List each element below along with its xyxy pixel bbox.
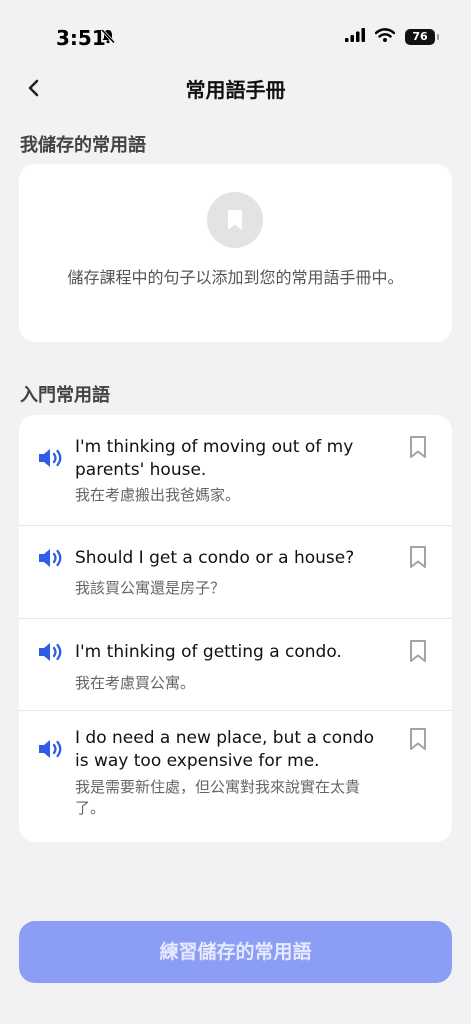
speaker-icon[interactable] (37, 640, 67, 664)
signal-icon (345, 27, 365, 46)
phrase-chinese: 我在考慮買公寓。 (75, 674, 196, 692)
nav-bar: 常用語手冊 (0, 68, 471, 108)
phrase-row: I do need a new place, but a condo is wa… (19, 710, 452, 842)
empty-state-text: 儲存課程中的句子以添加到您的常用語手冊中。 (67, 268, 404, 287)
bookmark-icon[interactable] (408, 727, 430, 753)
phrase-row: I'm thinking of getting a condo. 我在考慮買公寓… (19, 618, 452, 711)
saved-section-label: 我儲存的常用語 (20, 135, 146, 156)
bookmark-circle-icon (207, 192, 263, 248)
phrase-chinese: 我是需要新住處，但公寓對我來說實在太貴了。 (75, 778, 361, 817)
phrase-list-card: I'm thinking of moving out of my parents… (19, 415, 452, 842)
bell-off-icon (100, 28, 116, 48)
bookmark-icon[interactable] (408, 545, 430, 571)
wifi-icon (374, 27, 396, 46)
page-title: 常用語手冊 (185, 78, 286, 102)
bookmark-icon[interactable] (408, 435, 430, 461)
speaker-icon[interactable] (37, 546, 67, 570)
phrase-row: I'm thinking of moving out of my parents… (19, 415, 452, 526)
battery-icon: 76 (405, 28, 439, 45)
phrase-english: Should I get a condo or a house? (75, 548, 355, 568)
saved-empty-card: 儲存課程中的句子以添加到您的常用語手冊中。 (19, 164, 452, 342)
speaker-icon[interactable] (37, 446, 67, 470)
status-bar: 3:51 76 (0, 0, 471, 70)
phrase-row: Should I get a condo or a house? 我該買公寓還是… (19, 525, 452, 619)
phrase-english: I'm thinking of getting a condo. (75, 642, 342, 662)
practice-saved-button[interactable]: 練習儲存的常用語 (19, 921, 452, 983)
beginner-section-label: 入門常用語 (20, 385, 110, 406)
phrase-chinese: 我該買公寓還是房子？ (75, 579, 226, 597)
status-time: 3:51 (56, 26, 106, 50)
phrase-english: I'm thinking of moving out of my parents… (75, 437, 354, 480)
phrase-chinese: 我在考慮搬出我爸媽家。 (75, 486, 241, 504)
phrase-english: I do need a new place, but a condo is wa… (75, 728, 374, 771)
speaker-icon[interactable] (37, 737, 67, 761)
bookmark-icon[interactable] (408, 639, 430, 665)
